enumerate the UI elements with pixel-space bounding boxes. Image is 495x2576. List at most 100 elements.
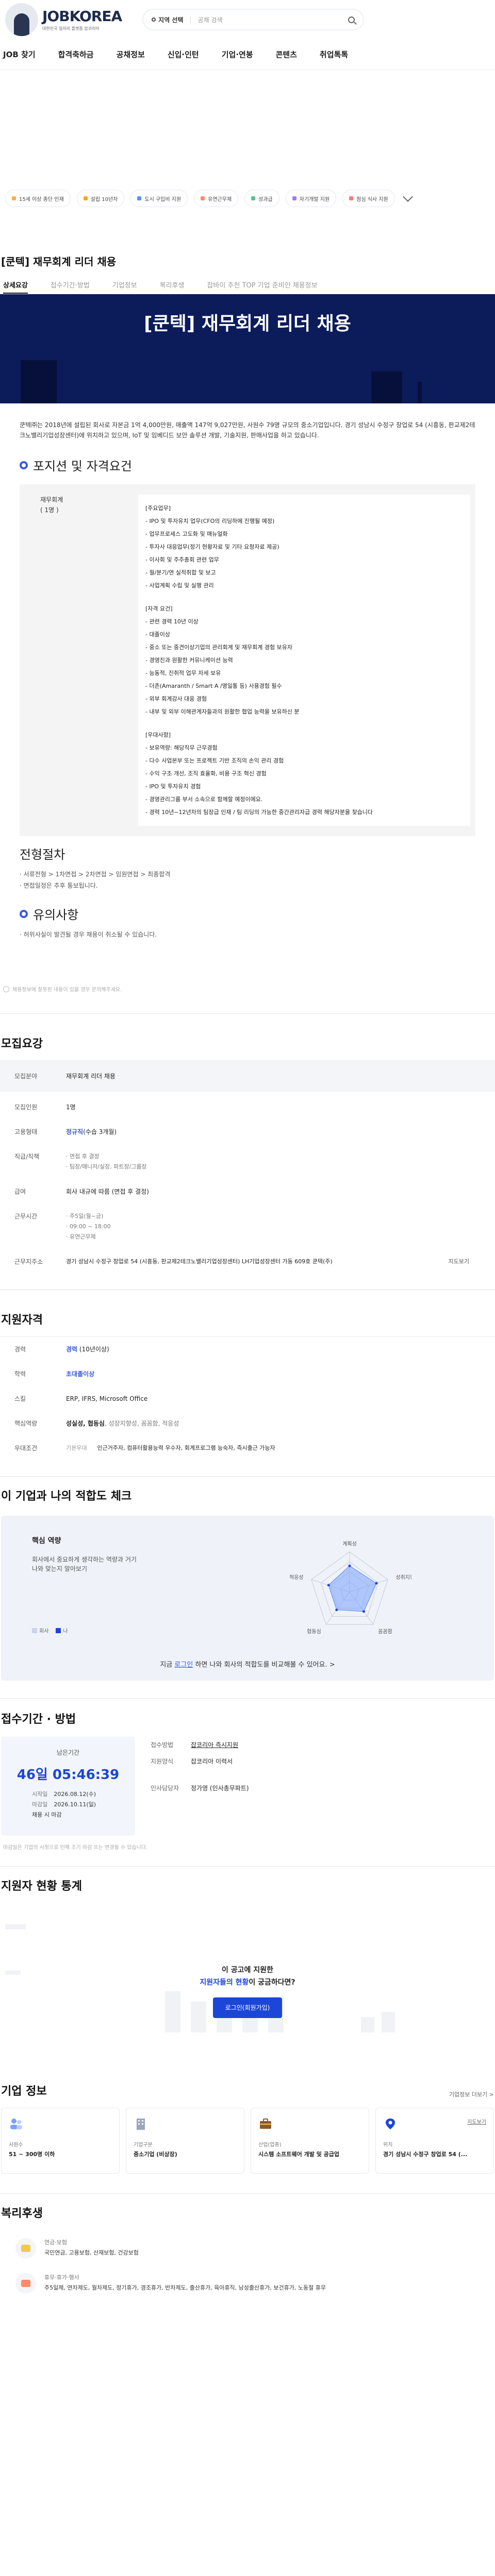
qual-item: - 더존(Amaranth / Smart A /명일통 등) 사용경험 필수 — [145, 683, 282, 689]
nav-bonus[interactable]: 합격축하금 — [58, 49, 94, 60]
row-key: 경력 — [14, 1346, 26, 1353]
tab-welfare[interactable]: 복리후생 — [160, 280, 185, 294]
row-key: 모집인원 — [14, 1104, 38, 1111]
career-note: (10년이상) — [79, 1346, 109, 1353]
education-value: 초대졸이상 — [66, 1370, 95, 1378]
form-label: 지원양식 — [151, 1758, 174, 1765]
position-box: 재무회계 ( 1명 ) [주요업무] - IPO 및 투자유치 업무(CFO의 … — [20, 484, 475, 836]
nav-job-search[interactable]: JOB 찾기 — [3, 49, 36, 60]
position-name: 재무회계 — [40, 496, 63, 503]
pref-item: - 수익 구조 개선, 조직 효율화, 비용 구조 혁신 경험 — [145, 770, 267, 777]
apply-method-link[interactable]: 잡코리아 즉시지원 — [191, 1741, 238, 1749]
fit-login-pre: 지금 — [160, 1661, 175, 1669]
row-key: 급여 — [14, 1188, 26, 1195]
remaining-time: 46일 05:46:39 — [16, 1767, 120, 1783]
chip-label: 설립 10년차 — [90, 196, 118, 202]
nav-contents[interactable]: 콘텐츠 — [276, 49, 297, 60]
chip-label: 15세 이상 종단 인재 — [19, 196, 64, 202]
fit-login-link[interactable]: 로그인 — [174, 1661, 193, 1669]
region-selector[interactable]: 지역 선택 — [152, 15, 184, 24]
position-heading: 포지션 및 자격요건 — [20, 456, 475, 474]
radar-point — [362, 1610, 366, 1613]
vacation-icon — [15, 2273, 36, 2294]
nav-company-salary[interactable]: 기업·연봉 — [222, 49, 253, 60]
main-nav: JOB 찾기 합격축하금 공채정보 신입·인턴 기업·연봉 콘텐츠 취업톡톡 — [0, 39, 495, 70]
chip-6[interactable]: 자기개발 지원 — [285, 190, 337, 207]
benefit-chips: 15세 이상 종단 인재 설립 10년차 도시 구입비 지원 유연근무제 성과급… — [0, 181, 495, 215]
position-heading-text: 포지션 및 자격요건 — [33, 459, 132, 473]
table-row: 학력 초대졸이상 — [0, 1362, 495, 1386]
region-label: 지역 선택 — [158, 16, 184, 24]
tab-period[interactable]: 접수기간·방법 — [51, 280, 90, 294]
legend-me-label: 나 — [63, 1629, 68, 1634]
chip-dot-icon — [349, 196, 354, 200]
chip-5[interactable]: 성과급 — [244, 190, 279, 207]
chip-1[interactable]: 15세 이상 종단 인재 — [5, 190, 71, 207]
banner-deco — [21, 360, 57, 403]
tab-recommend[interactable]: 잡바이 추천 TOP 기업 준비인 채용정보 — [207, 280, 317, 294]
pref-item: - 보유역량: 해당직무 근무경험 — [145, 744, 218, 751]
report-notice-text: 채용정보에 잘못된 내용이 있을 경우 문의해주세요. — [12, 987, 122, 993]
radar-axis-label: 꼼꼼함 — [378, 1629, 392, 1635]
chip-3[interactable]: 도시 구입비 지원 — [130, 190, 188, 207]
list-item: 연금·보험 국민연금, 고용보험, 산재보험, 건강보험 — [0, 2231, 495, 2266]
table-row: 핵심역량 성실성, 협동심, 성장지향성, 꼼꼼함, 적응성 — [0, 1411, 495, 1436]
page-title: [쿤텍] 재무회계 리더 채용 — [1, 256, 117, 268]
company-more-link[interactable]: 기업정보 더보기 > — [449, 2090, 494, 2098]
qual-item: - 경영진과 원활한 커뮤니케이션 능력 — [145, 657, 233, 664]
recruit-heading: 모집요강 — [1, 1038, 43, 1050]
duty-item: - 사업계획 수립 및 실행 관리 — [145, 582, 214, 589]
job-banner: [쿤텍] 재무회계 리더 채용 — [0, 294, 495, 403]
chip-dot-icon — [12, 196, 16, 200]
countdown-card: 남은기간 46일 05:46:39 시작일 2026.08.12(수) 마감일 20… — [1, 1737, 135, 1836]
process-steps: · 서류전형 > 1차면접 > 2차면접 > 임원면접 > 최종합격 — [20, 871, 171, 878]
qualification-heading: 지원자격 — [1, 1314, 43, 1327]
fit-desc: 회사에서 중요하게 생각하는 역량과 거기 — [32, 1556, 137, 1563]
company-card-industry: 산업(업종) 시스템 소프트웨어 개발 및 공급업 — [251, 2108, 369, 2174]
nav-newcomer-intern[interactable]: 신입·인턴 — [168, 49, 199, 60]
rank-value: · 면접 후 결정 — [66, 1153, 100, 1160]
chip-label: 유연근무제 — [208, 196, 232, 202]
pref-item: - 경영관리그룹 부서 소속으로 함께할 예정이에요. — [145, 796, 263, 803]
info-icon — [3, 986, 9, 992]
brand-name: JOBKOREA — [42, 8, 122, 25]
tab-detail[interactable]: 상세요강 — [3, 280, 28, 294]
legend-company: 회사 — [32, 1626, 48, 1634]
row-key: 학력 — [14, 1370, 26, 1378]
nav-public-recruit[interactable]: 공채정보 — [117, 49, 145, 60]
search-input[interactable]: 공채 검색 — [198, 15, 342, 24]
row-key: 직급/직책 — [14, 1153, 40, 1160]
map-link[interactable]: 지도보기 — [449, 1257, 469, 1267]
qual-item: - 외부 회계감사 대응 경험 — [145, 696, 207, 702]
stats-cta-line1: 이 공고에 지원한 — [222, 1966, 273, 1974]
company-heading: 기업 정보 — [1, 2085, 47, 2098]
map-link[interactable]: 지도보기 — [467, 2117, 486, 2125]
hr-value: 정가영 (인사총무파트) — [191, 1785, 249, 1792]
row-value: 회사 내규에 따름 (면접 후 결정) — [66, 1188, 149, 1195]
search-bar[interactable]: 지역 선택 | 공채 검색 — [142, 9, 365, 30]
chip-7[interactable]: 점심 식사 지원 — [342, 190, 395, 207]
caution-text: · 허위사실이 발견될 경우 채용이 취소될 수 있습니다. — [20, 931, 157, 938]
table-row: 스킬 ERP, IFRS, Microsoft Office — [0, 1386, 495, 1411]
table-row: 경력 경력 (10년이상) — [0, 1337, 495, 1362]
search-icon[interactable] — [348, 16, 355, 23]
row-key: 모집분야 — [14, 1073, 38, 1080]
nav-talk[interactable]: 취업톡톡 — [320, 49, 348, 60]
qual-item: - 대졸이상 — [145, 631, 170, 638]
pref-item: - 다수 사업본부 또는 프로젝트 기반 조직의 손익 관리 경험 — [145, 757, 284, 764]
tab-company[interactable]: 기업정보 — [112, 280, 137, 294]
fit-desc: 나와 맞는지 알아보기 — [32, 1565, 87, 1572]
card-value: 경기 성남시 수정구 창업로 54 (... — [383, 2151, 468, 2158]
company-card-location: 지도보기 위치 경기 성남시 수정구 창업로 54 (... — [375, 2108, 494, 2174]
chevron-down-icon[interactable] — [402, 192, 413, 202]
radar-legend: 회사 나 — [32, 1626, 68, 1634]
report-notice[interactable]: 채용정보에 잘못된 내용이 있을 경우 문의해주세요. — [0, 985, 495, 993]
login-button[interactable]: 로그인(회원가입) — [213, 1997, 282, 2018]
company-intro: 쿤텍㈜는 2018년에 설립된 회사로 자본금 1억 4,000만원, 매출액 … — [20, 421, 475, 439]
card-value: 51 ~ 300명 이하 — [9, 2151, 55, 2158]
chip-4[interactable]: 유연근무제 — [194, 190, 239, 207]
section-divider — [0, 1013, 495, 1014]
chip-2[interactable]: 설립 10년차 — [76, 190, 125, 207]
logo[interactable]: JOBKOREA 대한민국 일자리 플랫폼 잡코리아 — [5, 3, 122, 36]
list-item: 휴무·휴가·행사 주5일제, 연차제도, 월차제도, 정기휴가, 경조휴가, 반… — [0, 2266, 495, 2301]
